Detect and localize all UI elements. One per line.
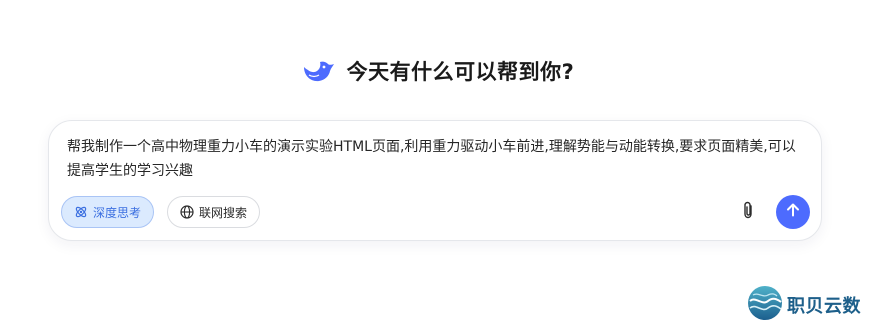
deep-think-toggle[interactable]: 深度思考 <box>61 196 155 228</box>
message-composer: 帮我制作一个高中物理重力小车的演示实验HTML页面,利用重力驱动小车前进,理解势… <box>48 120 822 241</box>
attach-button[interactable] <box>737 201 759 223</box>
whale-logo-icon <box>301 58 335 84</box>
deep-think-label: 深度思考 <box>93 205 142 220</box>
chat-home-page: 今天有什么可以帮到你? 帮我制作一个高中物理重力小车的演示实验HTML页面,利用… <box>0 0 875 327</box>
watermark-text: 职贝云数 <box>787 296 861 317</box>
web-search-label: 联网搜索 <box>199 205 248 220</box>
prompt-input[interactable]: 帮我制作一个高中物理重力小车的演示实验HTML页面,利用重力驱动小车前进,理解势… <box>67 135 807 183</box>
welcome-header: 今天有什么可以帮到你? <box>0 56 875 86</box>
globe-icon <box>180 205 194 219</box>
web-search-toggle[interactable]: 联网搜索 <box>167 196 261 228</box>
send-button[interactable] <box>776 195 810 229</box>
page-title: 今天有什么可以帮到你? <box>346 60 575 84</box>
paperclip-icon <box>741 201 755 223</box>
arrow-up-icon <box>785 202 801 222</box>
watermark-globe-logo-icon <box>746 284 784 326</box>
watermark: 职贝云数 <box>746 284 861 326</box>
atom-icon <box>74 205 88 219</box>
